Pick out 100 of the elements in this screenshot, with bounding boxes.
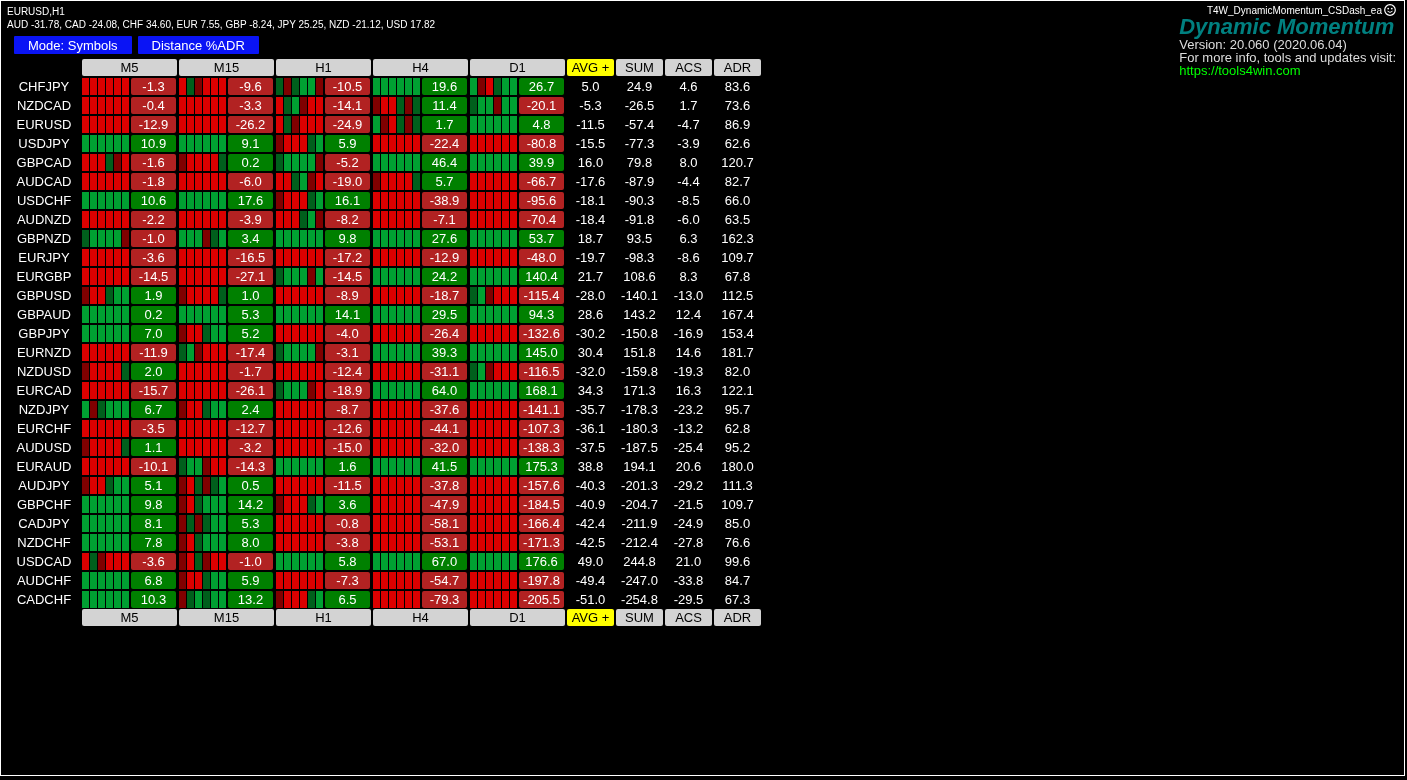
momentum-value: -31.1 <box>422 363 467 380</box>
adr-value: 84.7 <box>723 572 752 590</box>
adr-value: 109.7 <box>720 249 755 267</box>
acs-value: 8.0 <box>678 154 699 172</box>
sum-value: 24.9 <box>625 78 654 96</box>
avg-value: 30.4 <box>576 344 605 362</box>
momentum-value: -11.5 <box>325 477 370 494</box>
momentum-value: 145.0 <box>519 344 564 361</box>
momentum-value: -18.9 <box>325 382 370 399</box>
momentum-value: 1.9 <box>131 287 176 304</box>
avg-value: -19.7 <box>574 249 607 267</box>
sum-value: -98.3 <box>623 249 656 267</box>
sum-value: -180.3 <box>620 420 659 438</box>
sum-value: -201.3 <box>620 477 659 495</box>
momentum-value: 0.2 <box>228 154 273 171</box>
mode-button[interactable]: Distance %ADR <box>137 36 259 54</box>
momentum-value: -47.9 <box>422 496 467 513</box>
avg-value: -37.5 <box>574 439 607 457</box>
momentum-value: 5.3 <box>228 306 273 323</box>
momentum-value: 5.2 <box>228 325 273 342</box>
momentum-value: -3.9 <box>228 211 273 228</box>
timeframe-header: M5 <box>82 609 177 626</box>
acs-value: 6.3 <box>678 230 699 248</box>
momentum-value: 41.5 <box>422 458 467 475</box>
momentum-value: -3.3 <box>228 97 273 114</box>
symbol-label: EURUSD <box>15 116 73 134</box>
momentum-value: -1.0 <box>131 230 176 247</box>
acs-value: -3.9 <box>676 135 701 153</box>
momentum-value: -15.0 <box>325 439 370 456</box>
chart-label: EURUSD,H1 <box>7 5 65 18</box>
sum-value: 244.8 <box>622 553 657 571</box>
momentum-value: -7.3 <box>325 572 370 589</box>
avg-value: -18.4 <box>574 211 607 229</box>
momentum-value: -38.9 <box>422 192 467 209</box>
momentum-value: -12.9 <box>131 116 176 133</box>
adr-value: 122.1 <box>720 382 755 400</box>
mode-button[interactable]: Mode: Symbols <box>14 36 132 54</box>
adr-value: 67.8 <box>723 268 752 286</box>
sum-value: -26.5 <box>623 97 656 115</box>
column-header: ADR <box>714 609 761 626</box>
column-header: AVG + <box>567 59 614 76</box>
avg-value: -32.0 <box>574 363 607 381</box>
momentum-value: 16.1 <box>325 192 370 209</box>
sum-value: -140.1 <box>620 287 659 305</box>
momentum-value: -11.9 <box>131 344 176 361</box>
website-link[interactable]: https://tools4win.com <box>1179 64 1301 78</box>
adr-value: 162.3 <box>720 230 755 248</box>
adr-value: 62.6 <box>723 135 752 153</box>
momentum-value: 29.5 <box>422 306 467 323</box>
symbol-label: EURNZD <box>15 344 73 362</box>
sum-value: -57.4 <box>623 116 656 134</box>
momentum-value: -16.5 <box>228 249 273 266</box>
momentum-value: -26.4 <box>422 325 467 342</box>
sum-value: -91.8 <box>623 211 656 229</box>
momentum-value: -48.0 <box>519 249 564 266</box>
adr-value: 82.0 <box>723 363 752 381</box>
avg-value: -51.0 <box>574 591 607 609</box>
acs-value: 21.0 <box>674 553 703 571</box>
sum-value: -211.9 <box>620 515 659 533</box>
momentum-value: -22.4 <box>422 135 467 152</box>
column-header: SUM <box>616 59 663 76</box>
smiley-icon <box>1384 4 1396 16</box>
momentum-value: 19.6 <box>422 78 467 95</box>
momentum-value: -0.8 <box>325 515 370 532</box>
momentum-value: -44.1 <box>422 420 467 437</box>
sum-value: -159.8 <box>620 363 659 381</box>
app-title: Dynamic Momentum <box>1179 16 1395 38</box>
momentum-value: -107.3 <box>519 420 564 437</box>
timeframe-header: D1 <box>470 59 565 76</box>
momentum-value: 176.6 <box>519 553 564 570</box>
momentum-value: 64.0 <box>422 382 467 399</box>
momentum-value: -1.0 <box>228 553 273 570</box>
symbol-label: EURAUD <box>15 458 73 476</box>
momentum-value: 39.3 <box>422 344 467 361</box>
momentum-value: 11.4 <box>422 97 467 114</box>
momentum-value: -184.5 <box>519 496 564 513</box>
momentum-value: 5.9 <box>228 572 273 589</box>
momentum-value: 0.2 <box>131 306 176 323</box>
acs-value: -25.4 <box>672 439 705 457</box>
momentum-value: -32.0 <box>422 439 467 456</box>
acs-value: -27.8 <box>672 534 705 552</box>
acs-value: 16.3 <box>674 382 703 400</box>
ea-name: T4W_DynamicMomentum_CSDash_ea <box>1206 4 1382 16</box>
acs-value: -16.9 <box>672 325 705 343</box>
momentum-value: 5.7 <box>422 173 467 190</box>
avg-value: -5.3 <box>578 97 603 115</box>
sum-value: 108.6 <box>622 268 657 286</box>
momentum-value: -80.8 <box>519 135 564 152</box>
column-header: ADR <box>714 59 761 76</box>
version-text: Version: 20.060 (2020.06.04) <box>1179 38 1347 51</box>
column-header: ACS <box>665 59 712 76</box>
momentum-value: 0.5 <box>228 477 273 494</box>
momentum-value: -15.7 <box>131 382 176 399</box>
momentum-value: -1.6 <box>131 154 176 171</box>
column-header: AVG + <box>567 609 614 626</box>
momentum-value: 67.0 <box>422 553 467 570</box>
symbol-label: AUDCHF <box>15 572 73 590</box>
acs-value: -19.3 <box>672 363 705 381</box>
acs-value: 4.6 <box>678 78 699 96</box>
momentum-value: -18.7 <box>422 287 467 304</box>
